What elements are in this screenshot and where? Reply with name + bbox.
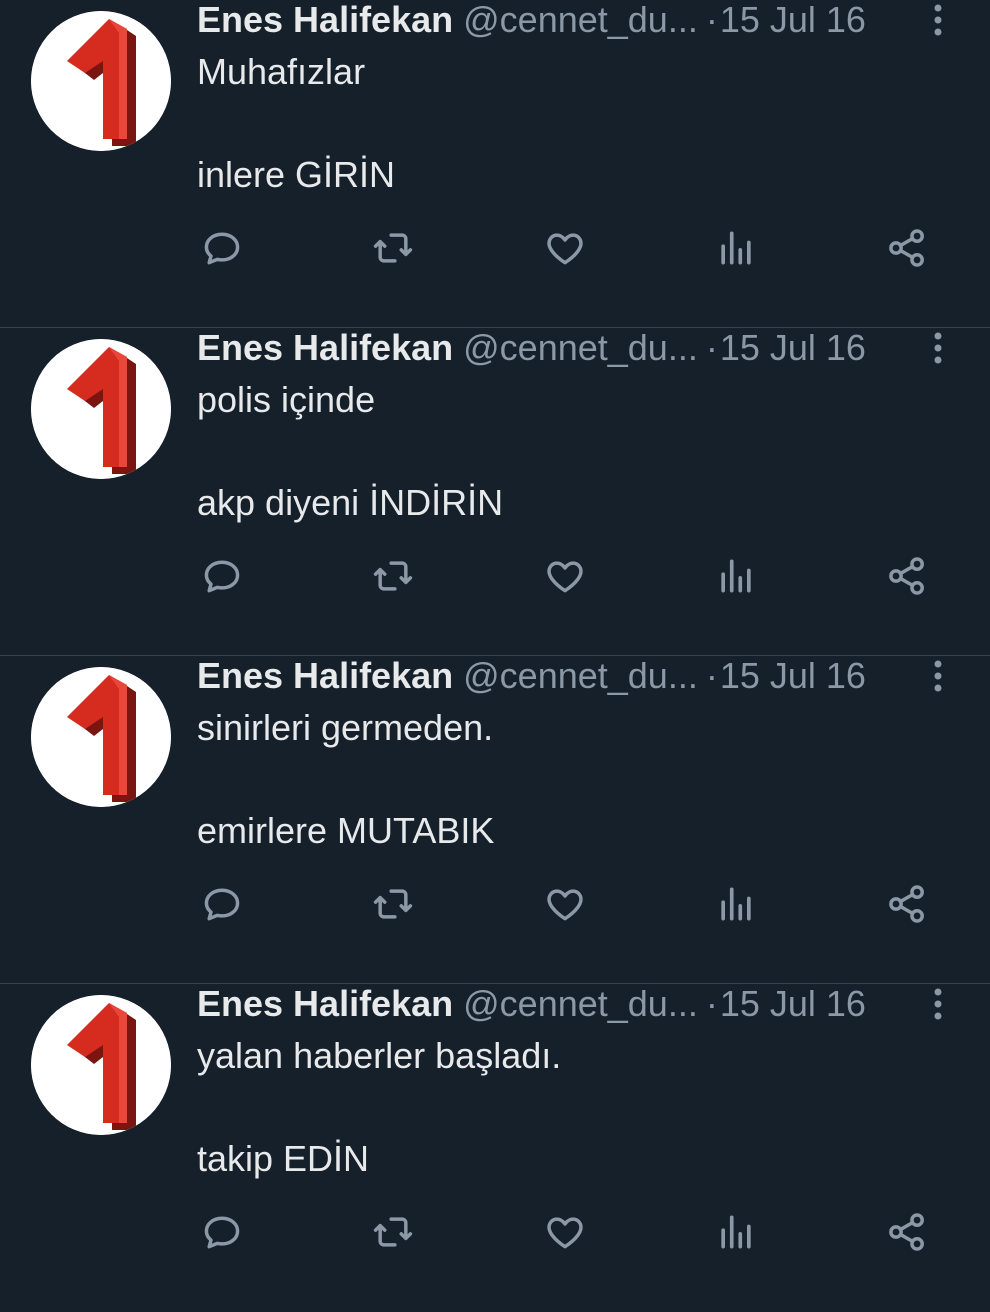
like-button[interactable] xyxy=(543,226,587,270)
retweet-button[interactable] xyxy=(371,1210,415,1254)
tweet-actions xyxy=(0,882,990,926)
tweet-date[interactable]: 15 Jul 16 xyxy=(720,655,866,696)
avatar-one-logo xyxy=(31,339,171,479)
retweet-button[interactable] xyxy=(371,554,415,598)
share-button[interactable] xyxy=(885,882,929,926)
more-options-icon[interactable] xyxy=(920,2,956,38)
share-button[interactable] xyxy=(885,226,929,270)
retweet-icon xyxy=(373,1217,413,1247)
views-button[interactable] xyxy=(714,1210,758,1254)
tweet-date[interactable]: 15 Jul 16 xyxy=(720,0,866,40)
tweet[interactable]: Enes Halifekan @cennet_du... ·15 Jul 16 Mu… xyxy=(0,0,990,328)
reply-button[interactable] xyxy=(200,882,244,926)
author-handle[interactable]: @cennet_du... xyxy=(463,0,698,40)
tweet-text-line: inlere GİRİN xyxy=(197,154,396,195)
tweet[interactable]: Enes Halifekan @cennet_du... ·15 Jul 16 po… xyxy=(0,328,990,656)
tweet-actions xyxy=(0,1210,990,1254)
views-icon xyxy=(721,559,751,593)
avatar[interactable] xyxy=(31,667,171,807)
tweet-text-line: Muhafızlar xyxy=(197,51,366,92)
tweet[interactable]: Enes Halifekan @cennet_du... ·15 Jul 16 ya… xyxy=(0,984,990,1312)
author-handle[interactable]: @cennet_du... xyxy=(463,655,698,696)
retweet-button[interactable] xyxy=(371,882,415,926)
timeline: Enes Halifekan @cennet_du... ·15 Jul 16 Mu… xyxy=(0,0,990,1280)
reply-button[interactable] xyxy=(200,1210,244,1254)
reply-icon xyxy=(204,1216,240,1249)
tweet-text-line: takip EDİN xyxy=(197,1138,370,1179)
author-name[interactable]: Enes Halifekan xyxy=(197,983,453,1024)
tweet-actions xyxy=(0,226,990,270)
share-icon xyxy=(889,1213,924,1251)
tweet-header: Enes Halifekan @cennet_du... ·15 Jul 16 xyxy=(197,0,917,44)
tweet-text-line: sinirleri germeden. xyxy=(197,707,494,748)
author-name[interactable]: Enes Halifekan xyxy=(197,655,453,696)
like-icon xyxy=(547,561,583,593)
share-icon xyxy=(889,885,924,923)
retweet-icon xyxy=(373,889,413,919)
avatar[interactable] xyxy=(31,339,171,479)
more-options-icon[interactable] xyxy=(920,330,956,366)
tweet-date[interactable]: 15 Jul 16 xyxy=(720,327,866,368)
tweet-text-line: yalan haberler başladı. xyxy=(197,1035,562,1076)
tweet-date[interactable]: 15 Jul 16 xyxy=(720,983,866,1024)
tweet-header: Enes Halifekan @cennet_du... ·15 Jul 16 xyxy=(197,984,917,1028)
views-icon xyxy=(721,887,751,921)
tweet-header: Enes Halifekan @cennet_du... ·15 Jul 16 xyxy=(197,328,917,372)
tweet[interactable]: Enes Halifekan @cennet_du... ·15 Jul 16 si… xyxy=(0,656,990,984)
avatar[interactable] xyxy=(31,995,171,1135)
separator-dot: · xyxy=(705,0,718,40)
reply-button[interactable] xyxy=(200,226,244,270)
reply-icon xyxy=(204,888,240,921)
more-options-icon[interactable] xyxy=(920,986,956,1022)
separator-dot: · xyxy=(705,655,718,696)
separator-dot: · xyxy=(705,983,718,1024)
like-icon xyxy=(547,889,583,921)
share-button[interactable] xyxy=(885,554,929,598)
retweet-button[interactable] xyxy=(371,226,415,270)
tweet-actions xyxy=(0,554,990,598)
views-button[interactable] xyxy=(714,882,758,926)
tweet-text-line: emirlere MUTABIK xyxy=(197,810,495,851)
reply-icon xyxy=(204,232,240,265)
share-icon xyxy=(889,557,924,595)
tweet-text-line: polis içinde xyxy=(197,379,376,420)
separator-dot: · xyxy=(705,327,718,368)
like-button[interactable] xyxy=(543,554,587,598)
retweet-icon xyxy=(373,561,413,591)
views-icon xyxy=(721,231,751,265)
reply-icon xyxy=(204,560,240,593)
author-name[interactable]: Enes Halifekan xyxy=(197,0,453,40)
share-icon xyxy=(889,229,924,267)
views-icon xyxy=(721,1215,751,1249)
like-icon xyxy=(547,233,583,265)
like-icon xyxy=(547,1217,583,1249)
tweet-text-line: akp diyeni İNDİRİN xyxy=(197,482,504,523)
like-button[interactable] xyxy=(543,882,587,926)
avatar-one-logo xyxy=(31,667,171,807)
views-button[interactable] xyxy=(714,226,758,270)
author-handle[interactable]: @cennet_du... xyxy=(463,327,698,368)
avatar[interactable] xyxy=(31,11,171,151)
avatar-one-logo xyxy=(31,995,171,1135)
retweet-icon xyxy=(373,233,413,263)
more-options-icon[interactable] xyxy=(920,658,956,694)
share-button[interactable] xyxy=(885,1210,929,1254)
reply-button[interactable] xyxy=(200,554,244,598)
views-button[interactable] xyxy=(714,554,758,598)
avatar-one-logo xyxy=(31,11,171,151)
like-button[interactable] xyxy=(543,1210,587,1254)
author-handle[interactable]: @cennet_du... xyxy=(463,983,698,1024)
author-name[interactable]: Enes Halifekan xyxy=(197,327,453,368)
tweet-header: Enes Halifekan @cennet_du... ·15 Jul 16 xyxy=(197,656,917,700)
